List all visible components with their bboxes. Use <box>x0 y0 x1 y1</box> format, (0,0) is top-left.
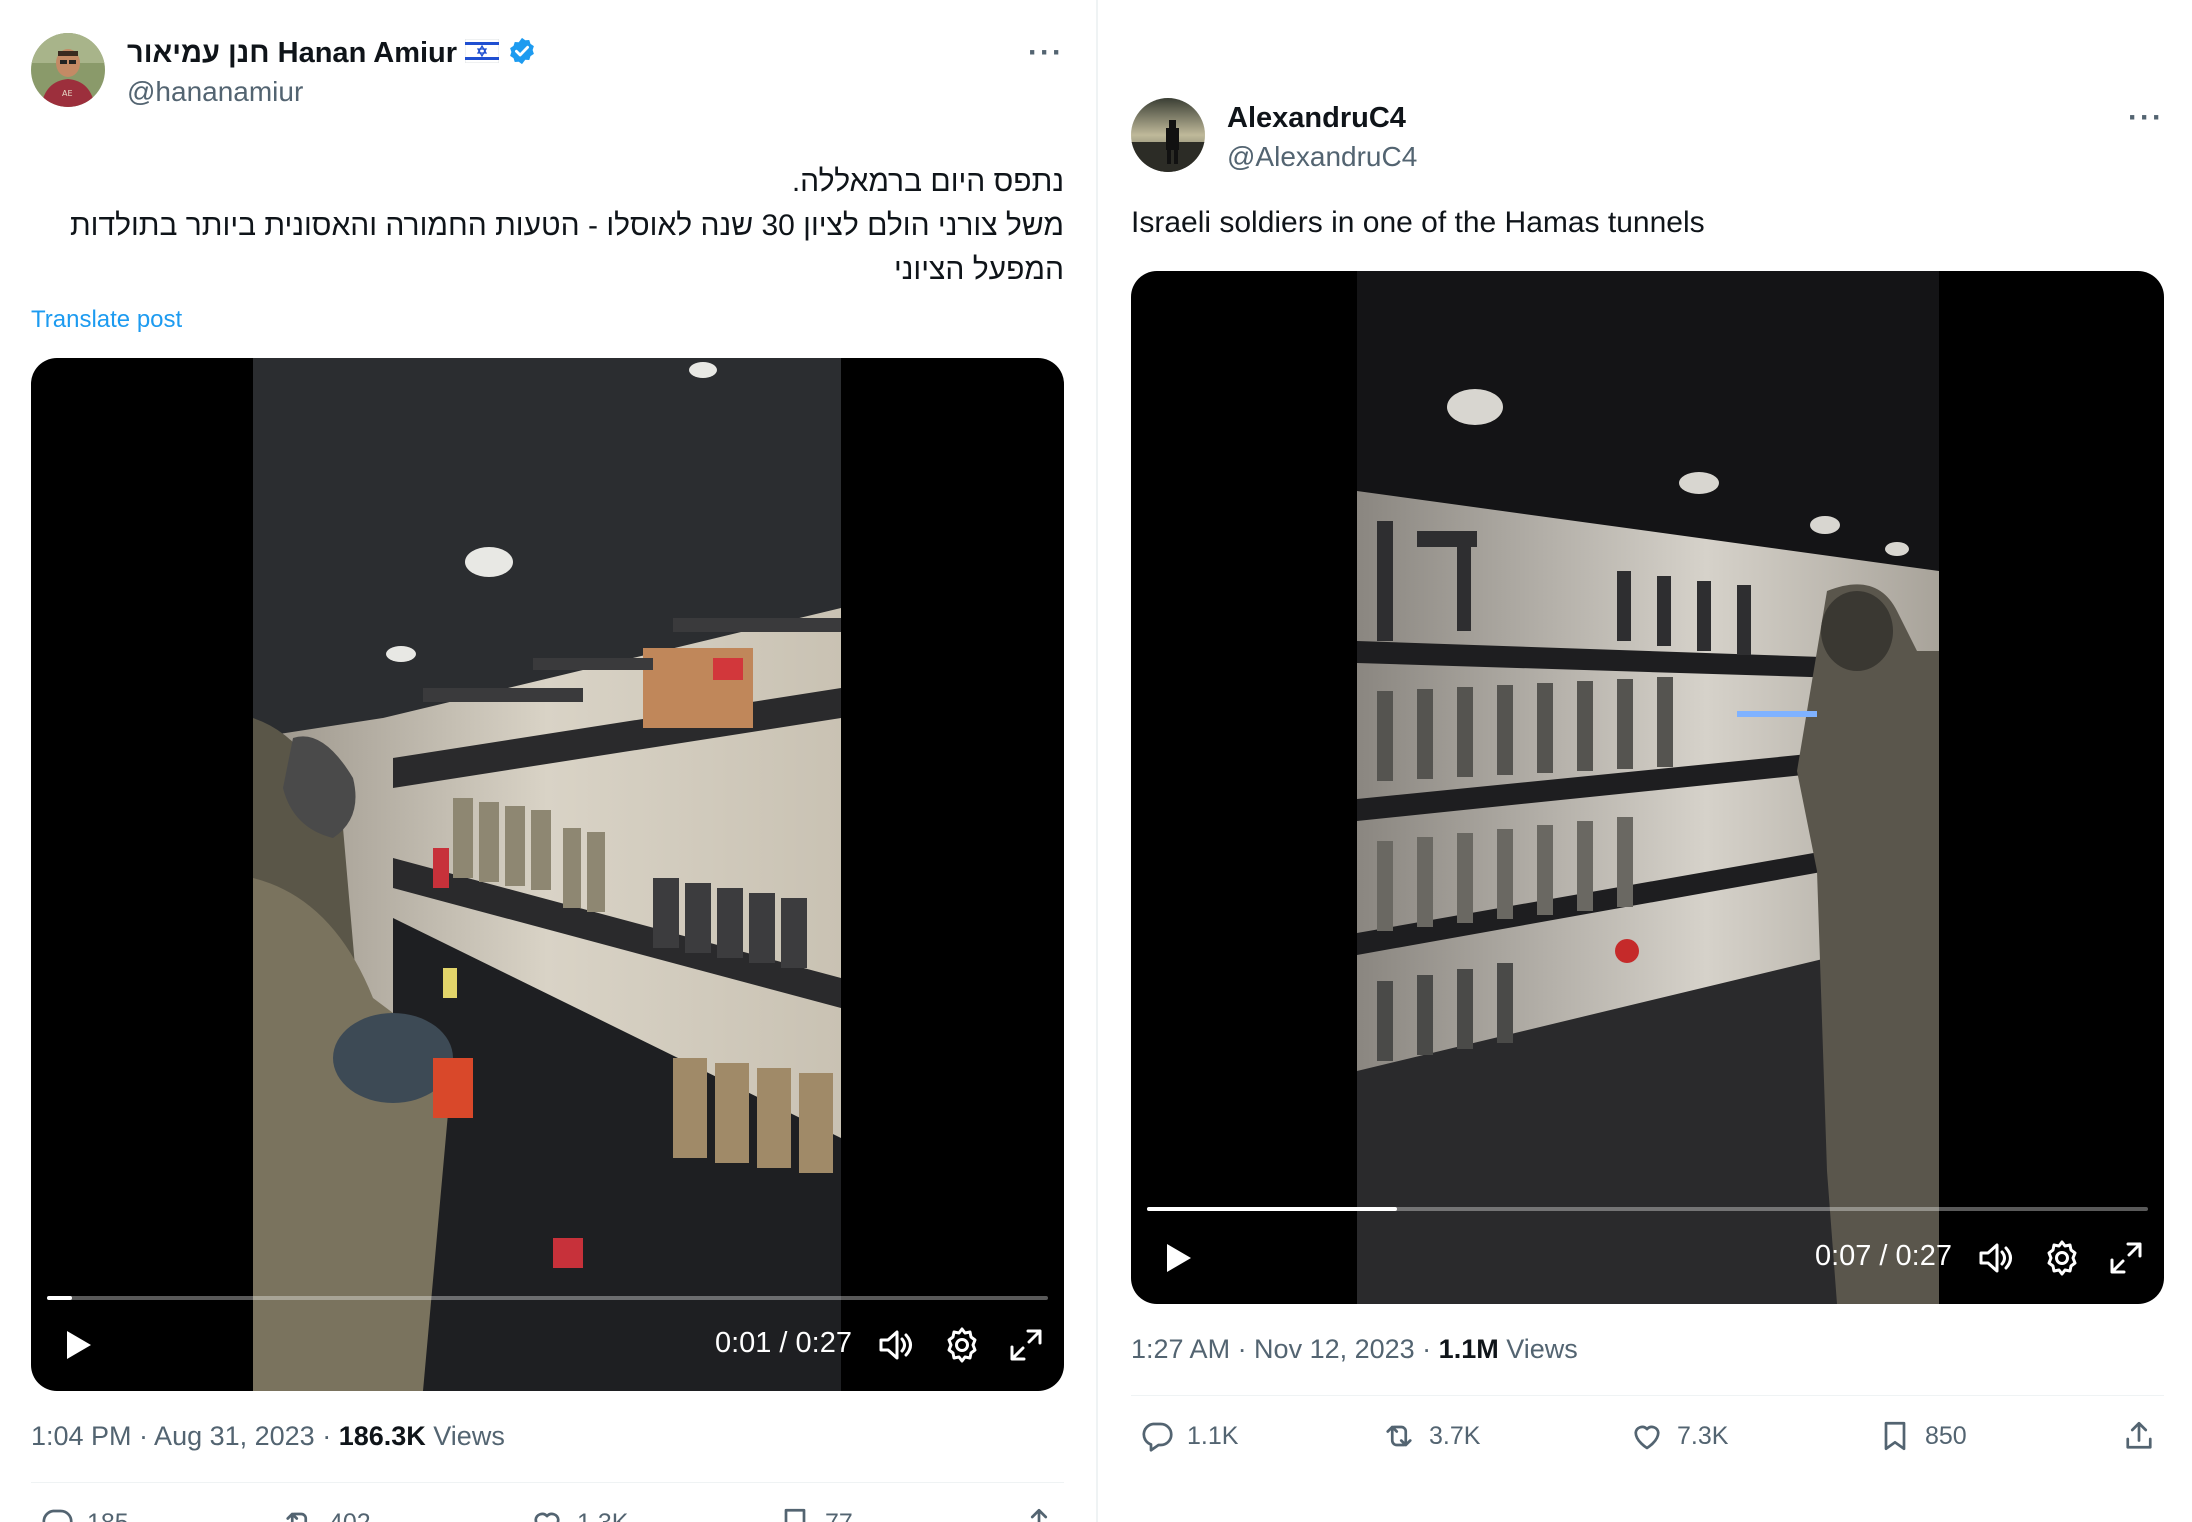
timestamp[interactable]: 1:04 PM · Aug 31, 2023 · <box>31 1421 339 1451</box>
repost-count: 3.7K <box>1429 1421 1481 1450</box>
reply-button[interactable]: 1.1K <box>1139 1418 1238 1454</box>
bookmark-count: 77 <box>825 1509 853 1522</box>
like-icon <box>534 1512 560 1522</box>
tweet-text-line: נתפס היום ברמאללה. <box>791 165 1064 198</box>
bookmark-button[interactable]: 77 <box>777 1505 853 1522</box>
views-count: 1.1M <box>1438 1334 1499 1364</box>
avatar[interactable] <box>1131 98 1205 172</box>
views-count: 186.3K <box>338 1421 426 1451</box>
tweet-hananamiur: AE חנן עמיאור Hanan Amiur @hananamiur ··… <box>31 30 1064 1522</box>
settings-icon[interactable] <box>2042 1238 2082 1278</box>
views-label: Views <box>1498 1334 1578 1364</box>
like-count: 7.3K <box>1677 1421 1729 1450</box>
tweet-header: AE חנן עמיאור Hanan Amiur @hananamiur ··… <box>31 30 1064 110</box>
display-name[interactable]: AlexandruC4 <box>1227 102 1406 135</box>
reply-count: 1.1K <box>1187 1421 1239 1450</box>
video-progress-fill <box>1147 1207 1398 1211</box>
tweet-alexandruc4: AlexandruC4 @AlexandruC4 ··· Israeli sol… <box>1131 95 2164 1476</box>
share-icon <box>2126 1421 2152 1449</box>
video-time: 0:07 / 0:27 <box>1814 1240 1952 1272</box>
avatar[interactable]: AE <box>31 33 105 107</box>
like-icon <box>1634 1425 1660 1450</box>
reply-count: 185 <box>87 1509 129 1522</box>
author-names: חנן עמיאור Hanan Amiur @hananamiur <box>127 34 537 108</box>
settings-icon[interactable] <box>942 1325 982 1365</box>
reply-icon <box>1142 1422 1173 1452</box>
reply-button[interactable]: 185 <box>39 1505 129 1522</box>
video-controls: 0:07 / 0:27 <box>1131 1224 2164 1304</box>
play-icon[interactable] <box>57 1325 97 1365</box>
timestamp[interactable]: 1:27 AM · Nov 12, 2023 · <box>1131 1334 1439 1364</box>
repost-count: 402 <box>329 1509 371 1522</box>
handle[interactable]: @hananamiur <box>127 76 537 108</box>
fullscreen-icon[interactable] <box>1006 1325 1046 1365</box>
video-player[interactable]: 0:01 / 0:27 <box>31 358 1064 1391</box>
bookmark-count: 850 <box>1925 1421 1967 1450</box>
video-progress-bar[interactable] <box>1147 1207 2148 1211</box>
reply-icon <box>42 1509 73 1522</box>
share-button[interactable] <box>2121 1418 2157 1454</box>
views-label: Views <box>425 1421 505 1451</box>
tweet-header: AlexandruC4 @AlexandruC4 ··· <box>1131 95 2164 175</box>
share-icon <box>1030 1508 1048 1522</box>
share-button[interactable] <box>1021 1505 1057 1522</box>
repost-button[interactable]: 402 <box>281 1505 371 1522</box>
repost-icon <box>1386 1425 1412 1447</box>
action-bar: 1.1K 3.7K 7.3K 850 <box>1131 1396 2164 1476</box>
repost-icon <box>286 1512 308 1522</box>
svg-text:AE: AE <box>62 89 73 98</box>
video-frame <box>1357 271 1939 1304</box>
volume-icon[interactable] <box>876 1325 916 1365</box>
volume-icon[interactable] <box>1976 1238 2016 1278</box>
translate-post-link[interactable]: Translate post <box>31 306 1064 334</box>
tweet-text: Israeli soldiers in one of the Hamas tun… <box>1131 206 1705 239</box>
video-frame <box>253 358 841 1391</box>
column-divider <box>1096 0 1098 1522</box>
bookmark-button[interactable]: 850 <box>1877 1418 1967 1454</box>
tweet-text-line: משל צורני הולם לציון 30 שנה לאוסלו - הטע… <box>69 209 1064 286</box>
israel-flag-icon <box>464 38 500 68</box>
video-player[interactable]: 0:07 / 0:27 <box>1131 271 2164 1304</box>
like-button[interactable]: 1.3K <box>529 1505 628 1522</box>
bookmark-icon <box>1884 1421 1906 1451</box>
video-progress-bar[interactable] <box>47 1296 1048 1300</box>
tweet-meta: 1:04 PM · Aug 31, 2023 · 186.3K Views <box>31 1421 1064 1452</box>
repost-button[interactable]: 3.7K <box>1381 1418 1480 1454</box>
handle[interactable]: @AlexandruC4 <box>1227 141 1417 173</box>
action-bar: 185 402 1.3K 77 <box>31 1483 1064 1522</box>
tweet-meta: 1:27 AM · Nov 12, 2023 · 1.1M Views <box>1131 1334 2164 1365</box>
fullscreen-icon[interactable] <box>2106 1238 2146 1278</box>
display-name[interactable]: חנן עמיאור Hanan Amiur <box>127 37 457 70</box>
bookmark-icon <box>784 1508 806 1522</box>
like-button[interactable]: 7.3K <box>1629 1418 1728 1454</box>
like-count: 1.3K <box>577 1509 628 1522</box>
video-progress-fill <box>47 1296 73 1300</box>
video-time: 0:01 / 0:27 <box>714 1327 852 1359</box>
author-names: AlexandruC4 @AlexandruC4 <box>1227 99 1417 173</box>
more-icon[interactable]: ··· <box>2128 101 2164 135</box>
verified-badge-icon <box>507 36 537 71</box>
more-icon[interactable]: ··· <box>1028 36 1064 70</box>
tweet-text: נתפס היום ברמאללה. משל צורני הולם לציון … <box>31 160 1064 292</box>
play-icon[interactable] <box>1157 1238 1197 1278</box>
video-controls: 0:01 / 0:27 <box>31 1311 1064 1391</box>
